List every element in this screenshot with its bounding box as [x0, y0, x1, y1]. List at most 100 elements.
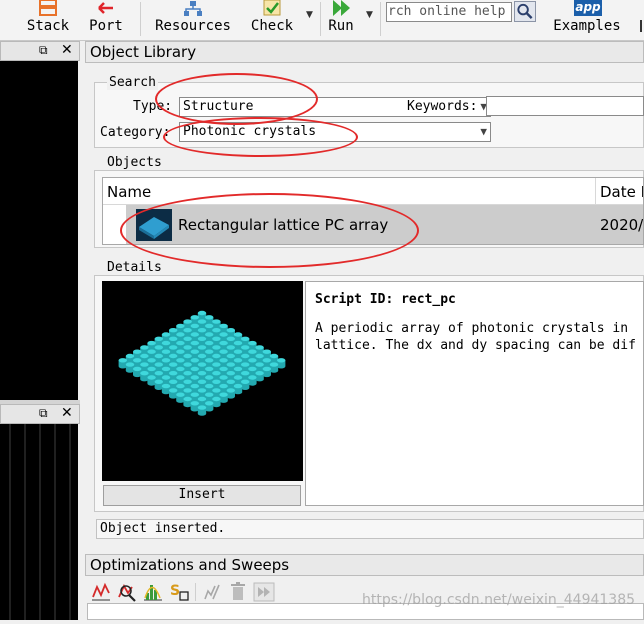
cylinder [205, 401, 214, 412]
object-date: 2020/3 [600, 216, 644, 234]
table-row[interactable]: Rectangular lattice PC array 2020/3 [126, 205, 644, 244]
preview-image [102, 281, 303, 481]
left-viewport-bottom[interactable] [0, 424, 78, 620]
port-button[interactable]: Port [84, 0, 128, 38]
resources-label: Resources [155, 18, 231, 34]
toolbar-separator [195, 583, 196, 601]
cylinder [183, 396, 192, 408]
left-panel-header-bottom: ⧉ ✕ [0, 404, 80, 424]
cylinder [197, 405, 207, 416]
cylinder [262, 366, 271, 378]
status-bar: Object inserted. [96, 519, 644, 539]
cylinder [269, 362, 279, 373]
cylinder [277, 358, 286, 369]
check-icon [263, 0, 281, 16]
float-icon[interactable]: ⧉ [39, 43, 48, 58]
port-label: Port [89, 18, 123, 34]
details-group-label: Details [105, 260, 164, 275]
object-library-panel: Search Type: Structure ▼ Keywords: Categ… [87, 64, 644, 548]
close-icon[interactable]: ✕ [61, 42, 73, 58]
cylinder [125, 362, 135, 373]
resources-button[interactable]: Resources [152, 0, 234, 38]
category-label: Category: [100, 125, 171, 140]
edit-icon [204, 584, 220, 600]
app-icon: app [574, 0, 602, 16]
run-label: Run [328, 18, 354, 34]
stack-button[interactable]: Stack [22, 0, 74, 38]
run-button[interactable]: Run [324, 0, 358, 38]
optimization-button[interactable] [116, 581, 138, 603]
port-icon [98, 2, 113, 14]
date-column-header[interactable]: Date M [600, 183, 643, 201]
search-group-label: Search [107, 75, 158, 90]
magnifier-icon [517, 3, 533, 19]
stack-icon [39, 0, 57, 16]
cylinder [248, 375, 257, 386]
cylinder [118, 358, 127, 369]
left-panel-header-top: ⧉ ✕ [0, 41, 80, 61]
run-sweep-button[interactable] [253, 581, 275, 603]
keywords-input[interactable] [486, 96, 644, 116]
name-column-header[interactable]: Name [107, 183, 151, 201]
close-icon[interactable]: ✕ [61, 405, 73, 421]
object-library-title: Object Library [85, 41, 644, 63]
cylinder [212, 396, 221, 408]
help-search-button[interactable] [514, 1, 536, 22]
online-help-search-input[interactable]: rch online help [386, 2, 512, 22]
cylinder [241, 379, 250, 390]
script-id: Script ID: rect_pc [315, 292, 456, 307]
svg-text:S: S [170, 583, 180, 599]
cylinder [169, 388, 178, 399]
trash-icon [231, 582, 245, 600]
optimizations-title: Optimizations and Sweeps [85, 554, 644, 576]
cylinder [176, 392, 185, 403]
cylinder [147, 375, 156, 386]
s-matrix-icon: S [170, 583, 189, 601]
cylinder [226, 388, 235, 399]
float-icon[interactable]: ⧉ [39, 406, 48, 421]
check-dropdown-icon[interactable]: ▼ [306, 10, 313, 20]
sweep-icon [92, 582, 110, 601]
toolbar-separator [380, 2, 381, 36]
cylinder [140, 371, 149, 382]
check-label: Check [250, 18, 294, 34]
object-name: Rectangular lattice PC array [178, 216, 389, 234]
description-line-2: lattice. The dx and dy spacing can be di… [315, 338, 636, 353]
watermark: https://blog.csdn.net/weixin_44941385 [362, 592, 636, 608]
cylinder-array-preview [118, 310, 286, 416]
run-dropdown-icon[interactable]: ▼ [366, 10, 373, 20]
stack-label: Stack [26, 18, 70, 34]
toolbar-separator [320, 2, 321, 36]
type-label: Type: [133, 99, 173, 114]
column-divider[interactable] [595, 178, 596, 204]
cylinder [133, 366, 142, 378]
cylinder [190, 401, 199, 412]
delete-button[interactable] [227, 581, 249, 603]
cylinder [233, 383, 243, 395]
details-text: Script ID: rect_pc A periodic array of p… [305, 281, 644, 506]
toolbar: Stack Port Resources Check ▼ Run ▼ rch o… [0, 0, 644, 41]
monte-carlo-button[interactable] [142, 581, 164, 603]
objects-table: Name ^ Date M Rectangular lattice PC arr… [102, 177, 644, 245]
sort-arrow-icon: ^ [343, 177, 353, 186]
fast-forward-icon [253, 582, 275, 602]
histogram-icon [144, 585, 162, 601]
examples-label: Examples [553, 18, 621, 34]
run-icon [333, 0, 350, 16]
cylinder [161, 383, 171, 395]
objects-group-label: Objects [105, 155, 164, 170]
s-parameter-button[interactable]: S [168, 581, 190, 603]
examples-button[interactable]: app Examples [552, 0, 622, 38]
sweep-plot-button[interactable] [90, 581, 112, 603]
chevron-down-icon: ▼ [480, 125, 487, 138]
resources-icon [184, 1, 202, 16]
description-line-1: A periodic array of photonic crystals in [315, 321, 629, 336]
insert-button[interactable]: Insert [103, 485, 301, 506]
edit-button[interactable] [201, 581, 223, 603]
left-viewport-top[interactable] [0, 61, 78, 400]
cylinder [219, 392, 228, 403]
toolbar-separator [140, 2, 141, 36]
type-value: Structure [183, 99, 254, 114]
category-combo[interactable]: Photonic crystals ▼ [179, 122, 491, 142]
check-button[interactable]: Check [246, 0, 298, 38]
